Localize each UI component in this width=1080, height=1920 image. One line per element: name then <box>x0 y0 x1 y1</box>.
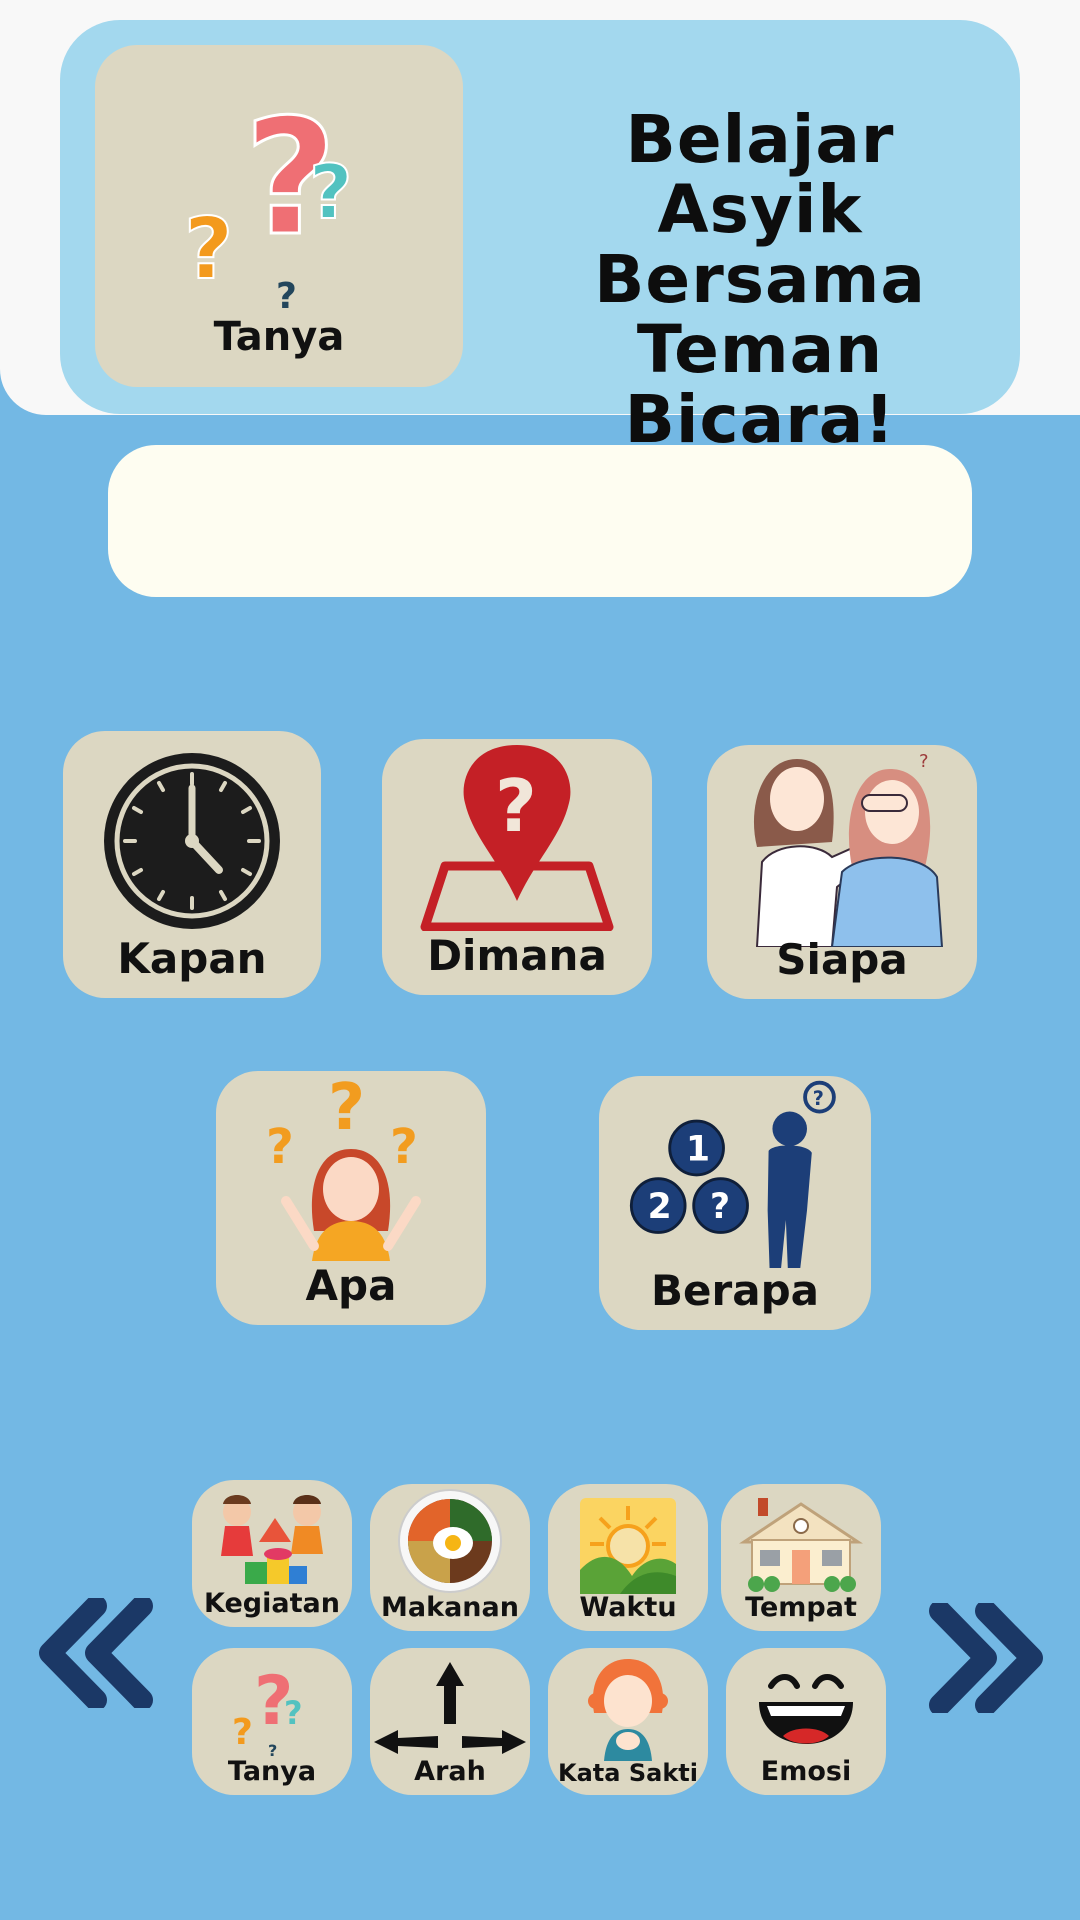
girl-hands-icon <box>588 1659 668 1761</box>
word-card-dimana[interactable]: ? Dimana <box>382 739 652 995</box>
word-card-label: Apa <box>305 1261 397 1310</box>
category-kegiatan[interactable]: Kegiatan <box>192 1480 352 1627</box>
word-card-apa[interactable]: ? ? ? Apa <box>216 1071 486 1325</box>
svg-text:?: ? <box>266 1119 294 1175</box>
food-plate-icon <box>398 1489 502 1593</box>
next-page-arrow-icon[interactable] <box>924 1603 1044 1713</box>
page-title: Belajar Asyik Bersama Teman Bicara! <box>594 101 926 458</box>
word-card-berapa[interactable]: 1 2 ? ? Berapa <box>599 1076 871 1330</box>
category-label: Arah <box>414 1756 486 1787</box>
question-marks-icon: ? ? ? ? <box>232 1662 303 1758</box>
question-marks-icon: ? ? ? ? <box>184 83 354 313</box>
hero-card-tanya[interactable]: ? ? ? ? Tanya <box>95 45 463 387</box>
category-makanan[interactable]: Makanan <box>370 1484 530 1631</box>
svg-text:2: 2 <box>648 1187 672 1227</box>
category-label: Makanan <box>381 1592 519 1623</box>
word-card-siapa[interactable]: ? Siapa <box>707 745 977 999</box>
svg-text:?: ? <box>284 1694 303 1732</box>
svg-text:?: ? <box>495 764 537 848</box>
svg-text:?: ? <box>390 1119 418 1175</box>
counting-person-icon: 1 2 ? ? <box>629 1080 836 1268</box>
svg-text:?: ? <box>710 1187 730 1227</box>
previous-page-arrow-icon[interactable] <box>38 1598 158 1708</box>
confused-girl-icon: ? ? ? <box>266 1071 421 1261</box>
word-card-kapan[interactable]: Kapan <box>63 731 321 998</box>
category-tempat[interactable]: Tempat <box>721 1484 881 1631</box>
category-label: Emosi <box>760 1756 852 1787</box>
category-label: Tempat <box>745 1592 857 1623</box>
svg-text:1: 1 <box>686 1129 710 1169</box>
hero-card-label: Tanya <box>213 314 345 360</box>
laughing-face-icon <box>759 1674 853 1744</box>
guess-who-icon: ? <box>753 751 944 947</box>
house-icon <box>739 1498 863 1592</box>
category-kata-sakti[interactable]: Kata Sakti <box>548 1648 708 1795</box>
svg-text:?: ? <box>232 1712 253 1753</box>
word-card-label: Kapan <box>117 934 267 983</box>
category-label: Tanya <box>227 1756 317 1787</box>
svg-text:?: ? <box>309 148 353 236</box>
svg-text:?: ? <box>813 1087 824 1110</box>
category-arah[interactable]: Arah <box>370 1648 530 1795</box>
word-card-label: Dimana <box>427 931 607 980</box>
kids-playing-icon <box>221 1495 323 1584</box>
category-emosi[interactable]: Emosi <box>726 1648 886 1795</box>
svg-text:?: ? <box>276 276 297 313</box>
svg-text:?: ? <box>184 200 233 299</box>
direction-arrows-icon <box>374 1662 526 1754</box>
location-pin-icon: ? <box>420 745 614 931</box>
word-card-label: Berapa <box>651 1266 819 1315</box>
svg-text:?: ? <box>919 751 929 772</box>
category-label: Kegiatan <box>204 1588 340 1619</box>
category-label: Kata Sakti <box>558 1759 698 1787</box>
word-card-label: Siapa <box>776 935 908 984</box>
sentence-bar[interactable] <box>108 445 972 597</box>
sun-landscape-icon <box>580 1498 676 1594</box>
clock-icon <box>104 753 280 929</box>
svg-text:?: ? <box>328 1071 365 1145</box>
category-label: Waktu <box>579 1592 677 1623</box>
category-waktu[interactable]: Waktu <box>548 1484 708 1631</box>
category-tanya[interactable]: ? ? ? ? Tanya <box>192 1648 352 1795</box>
